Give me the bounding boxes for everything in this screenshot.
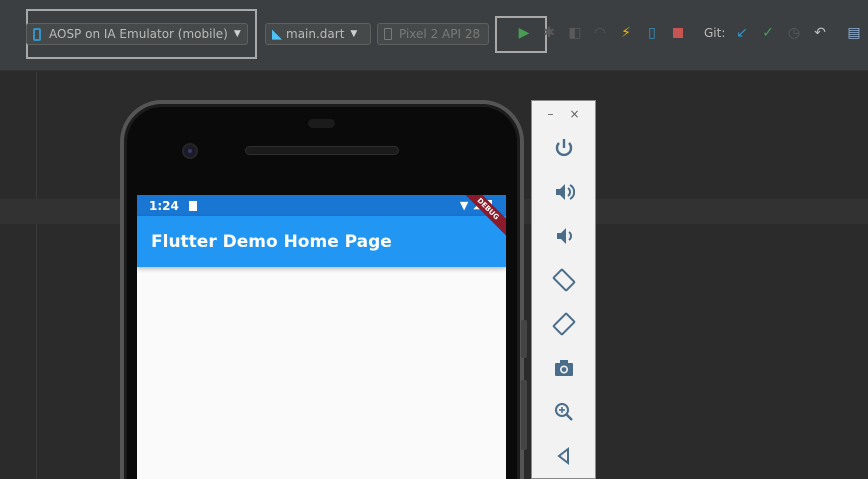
camera-icon [555,360,573,376]
git-update-icon[interactable]: ↙ [733,24,751,42]
avd-selector[interactable]: Pixel 2 API 28 [377,23,489,45]
power-icon [555,139,573,157]
power-button[interactable] [549,133,579,163]
main-toolbar: AOSP on IA Emulator (mobile) ▼ ◣ main.da… [0,0,868,71]
flutter-icon: ◣ [272,26,282,42]
device-selector[interactable]: AOSP on IA Emulator (mobile) ▼ [26,23,248,45]
rotate-right-button[interactable] [549,309,579,339]
emulator-window-controls: – × [532,107,595,123]
wifi-icon: ▼ [459,199,469,212]
chevron-down-icon: ▼ [350,29,358,39]
profile-icon[interactable]: ◠ [591,24,609,42]
editor-gutter [36,72,37,479]
folder-icon[interactable]: ▤ [845,24,863,42]
status-time: 1:24 [149,198,179,213]
device-icon [384,28,392,40]
zoom-icon [555,403,573,421]
volume-key [521,380,527,450]
rotate-right-icon [552,312,576,336]
git-rollback-icon[interactable]: ↶ [811,24,829,42]
back-icon [557,446,569,466]
rotate-left-button[interactable] [549,265,579,295]
power-key [521,320,527,358]
avd-selector-label: Pixel 2 API 28 [399,27,481,41]
flutter-inspector-icon[interactable]: ▯ [643,24,661,42]
minimize-button[interactable]: – [547,107,553,123]
proximity-sensor [308,119,335,128]
run-icon[interactable]: ▶ [515,24,533,42]
volume-down-button[interactable] [549,221,579,251]
app-bar: Flutter Demo Home Page [137,216,506,267]
zoom-button[interactable] [549,397,579,427]
emulator-controls: – × [531,100,596,479]
back-button[interactable] [549,441,579,471]
volume-up-icon [556,184,575,200]
chevron-down-icon: ▼ [233,29,241,39]
hot-reload-icon[interactable]: ⚡ [617,24,635,42]
git-label: Git: [704,26,726,40]
screenshot-button[interactable] [549,353,579,383]
earpiece-speaker [245,146,399,155]
phone-icon [33,27,41,41]
device-screen[interactable]: 1:24 ▼ ◢ Flutter Demo Home Page DEBUG [137,195,506,479]
debug-icon[interactable]: ✱ [540,24,558,42]
status-bar: 1:24 ▼ ◢ [137,195,506,216]
device-selector-label: AOSP on IA Emulator (mobile) [49,27,228,41]
coverage-icon[interactable]: ◧ [566,24,584,42]
git-history-icon[interactable]: ◷ [785,24,803,42]
run-config-selector[interactable]: ◣ main.dart ▼ [265,23,371,45]
volume-down-icon [557,228,572,244]
volume-up-button[interactable] [549,177,579,207]
app-bar-title: Flutter Demo Home Page [151,231,392,252]
close-button[interactable]: × [569,107,579,123]
rotate-left-icon [552,268,576,292]
stop-icon[interactable] [669,24,687,42]
git-commit-icon[interactable]: ✓ [759,24,777,42]
sd-card-icon [188,200,197,211]
front-camera [182,143,198,159]
run-config-label: main.dart [286,27,345,41]
